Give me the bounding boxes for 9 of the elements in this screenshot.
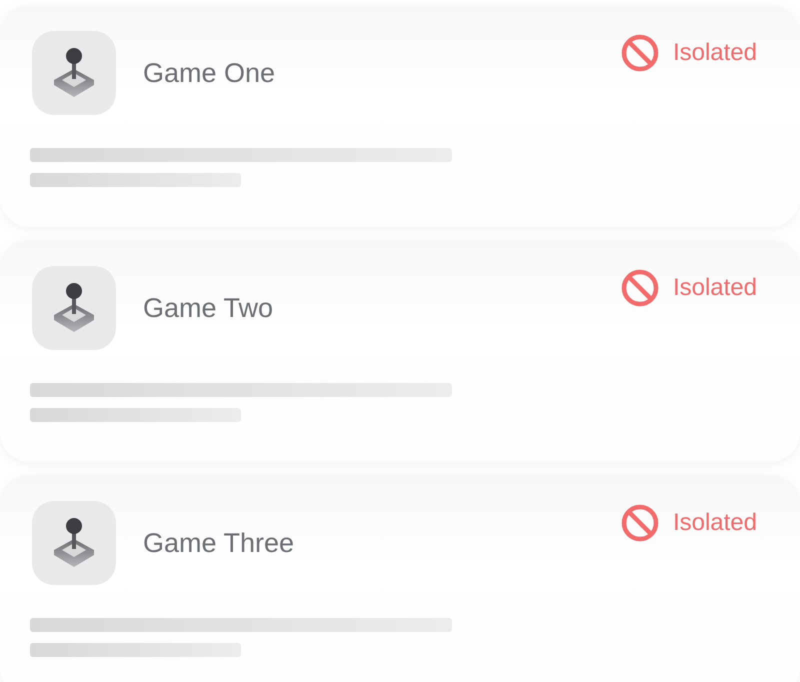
status-label: Isolated (672, 39, 757, 67)
game-title: Game Three (143, 528, 294, 558)
joystick-icon (32, 266, 116, 350)
joystick-icon (32, 31, 116, 115)
game-title: Game Two (143, 292, 274, 324)
status-label: Isolated (672, 509, 757, 537)
joystick-icon (32, 501, 116, 585)
game-title: Game One (143, 58, 276, 88)
status-label: Isolated (672, 274, 757, 302)
